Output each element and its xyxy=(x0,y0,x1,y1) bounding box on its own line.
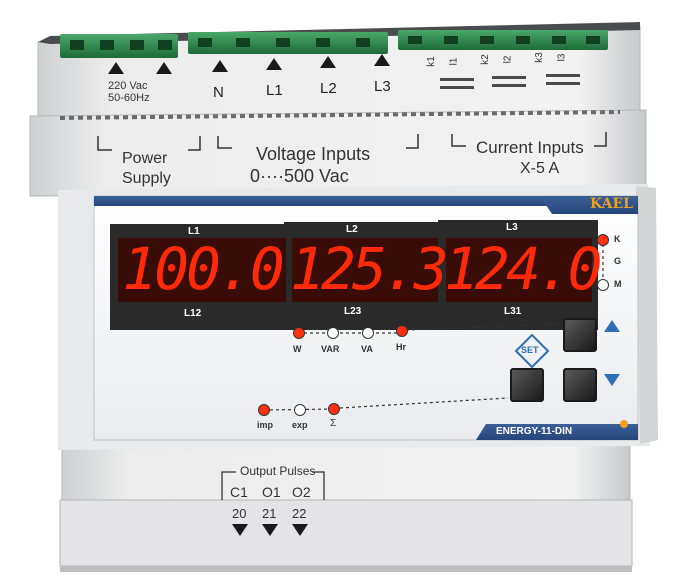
output-label-o1: O1 xyxy=(262,484,281,500)
voltage-inputs-label-line1: Voltage Inputs xyxy=(256,144,371,164)
display-1-bottom-label: L12 xyxy=(184,308,202,319)
terminal-label-n: N xyxy=(213,84,224,101)
display-2-value: 125.3 xyxy=(290,235,449,303)
lower-body xyxy=(59,439,633,572)
led-k-label: K xyxy=(614,234,621,244)
led-hr xyxy=(396,325,408,337)
ct-label-k1: k1 xyxy=(425,56,437,67)
ct-label-l1: l1 xyxy=(448,57,460,66)
led-va-label: VA xyxy=(361,344,373,354)
voltage-inputs-label-line2: 0····500 Vac xyxy=(250,166,349,186)
ct-label-l2: l2 xyxy=(502,55,514,64)
output-number-22: 22 xyxy=(292,506,307,521)
led-var xyxy=(327,327,339,339)
output-label-o2: O2 xyxy=(292,484,311,500)
left-button[interactable] xyxy=(510,368,544,402)
led-imp xyxy=(258,404,270,416)
led-imp-label: imp xyxy=(257,420,274,430)
display-1-value: 100.0 xyxy=(122,235,285,303)
display-2-top-label: L2 xyxy=(346,224,358,235)
supply-rating-line1: 220 Vac xyxy=(108,80,148,92)
led-w xyxy=(293,327,305,339)
display-3-top-label: L3 xyxy=(506,222,518,233)
ct-label-k3: k3 xyxy=(533,52,545,63)
led-exp xyxy=(294,404,306,416)
led-g-label: G xyxy=(614,256,622,266)
ct-label-k2: k2 xyxy=(479,54,491,65)
power-supply-label-line1: Power xyxy=(122,150,168,167)
output-number-21: 21 xyxy=(262,506,277,521)
power-supply-label-line2: Supply xyxy=(122,170,171,187)
output-label-c1: C1 xyxy=(230,484,248,500)
set-button-upper[interactable] xyxy=(563,318,597,352)
led-va xyxy=(362,327,374,339)
led-sum-label: Σ xyxy=(330,418,337,429)
status-indicator-icon xyxy=(620,420,628,428)
led-k xyxy=(597,234,609,246)
led-m xyxy=(597,279,609,291)
current-inputs-label-line2: X-5 A xyxy=(520,160,560,177)
output-number-20: 20 xyxy=(232,506,247,521)
down-button[interactable] xyxy=(563,368,597,402)
display-2-bottom-label: L23 xyxy=(344,306,362,317)
ct-label-l3: l3 xyxy=(556,53,568,62)
model-label: ENERGY-11-DIN xyxy=(496,426,573,437)
display-3-bottom-label: L31 xyxy=(504,306,522,317)
led-m-label: M xyxy=(614,279,622,289)
display-3-value: 124.0 xyxy=(444,235,603,303)
led-var-label: VAR xyxy=(321,344,340,354)
led-exp-label: exp xyxy=(292,420,308,430)
terminal-label-l1: L1 xyxy=(266,82,283,99)
set-label: SET xyxy=(521,345,539,355)
terminal-label-l3: L3 xyxy=(374,78,391,95)
brand-logo: KAEL xyxy=(590,196,633,212)
led-sum xyxy=(328,403,340,415)
led-w-label: W xyxy=(293,344,302,354)
terminal-label-l2: L2 xyxy=(320,80,337,97)
led-hr-label: Hr xyxy=(396,342,407,352)
output-pulses-title: Output Pulses xyxy=(240,464,316,478)
supply-rating-line2: 50-60Hz xyxy=(108,92,150,104)
current-inputs-label-line1: Current Inputs xyxy=(476,138,584,157)
